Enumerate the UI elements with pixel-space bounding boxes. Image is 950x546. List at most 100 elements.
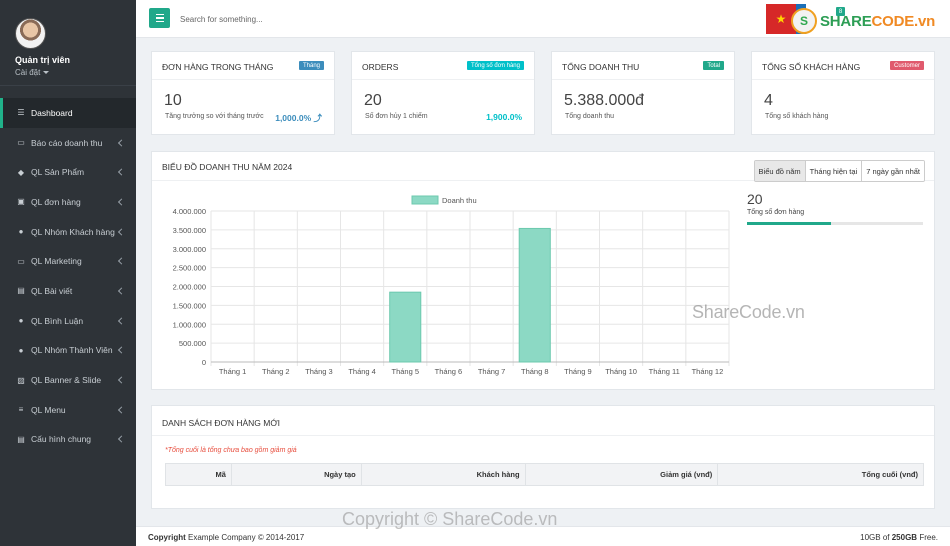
sidebar-item-9[interactable]: ▨ QL Banner & Slide [0, 365, 136, 395]
y-tick-label: 4.000.000 [173, 207, 206, 216]
storage-bold: 250GB [891, 533, 918, 542]
sidebar-item-0[interactable]: ☰ Dashboard [0, 98, 136, 128]
legend-label: Doanh thu [442, 196, 477, 205]
stat-desc: Tổng số khách hàng [765, 113, 829, 120]
sidebar: Quản trị viên Cài đặt ☰ Dashboard ▭ Báo cáo… [0, 0, 136, 546]
col-header-customer[interactable]: Khách hàng [360, 463, 526, 486]
stat-badge: Total [703, 61, 724, 70]
notification-badge[interactable]: 8 [836, 7, 845, 16]
tab-year-chart[interactable]: Biểu đồ năm [754, 161, 806, 181]
file-icon: ▤ [17, 434, 25, 444]
revenue-chart-card: BIỂU ĐỒ DOANH THU NĂM 2024 Biểu đồ năm T… [151, 151, 935, 390]
sidebar-menu: ☰ Dashboard ▭ Báo cáo doanh thu ◆ QL Sản Phẩm… [0, 98, 136, 454]
x-tick-label: Tháng 10 [605, 367, 637, 376]
chart-title: BIỂU ĐỒ DOANH THU NĂM 2024 [162, 162, 293, 172]
comment-icon: ● [18, 316, 24, 326]
chevron-left-icon [117, 346, 126, 354]
sidebar-item-label: QL Bình Luận [31, 315, 84, 326]
x-tick-label: Tháng 7 [478, 367, 506, 376]
stat-card-orders: ORDERS Tổng số đơn hàng 20 Số đơn hủy 1 c… [351, 51, 535, 135]
tab-last-7-days[interactable]: 7 ngày gần nhất [862, 161, 924, 181]
sidebar-item-4[interactable]: ● QL Nhóm Khách hàng [0, 217, 136, 247]
stat-title: TỔNG DOANH THU [562, 62, 640, 72]
avatar[interactable] [15, 18, 46, 49]
user-icon: ● [18, 227, 24, 237]
watermark-mid: ShareCode.vn [692, 302, 805, 322]
sidebar-item-11[interactable]: ▤ Cấu hình chung [0, 425, 136, 455]
chevron-left-icon [117, 138, 126, 147]
menu-toggle-button[interactable] [149, 8, 170, 28]
sidebar-item-label: QL Bài viết [31, 285, 73, 296]
stat-value: 4 [764, 92, 773, 109]
footer-storage: 10GB of 250GB Free. [860, 533, 938, 542]
bag-icon: ▣ [17, 197, 25, 207]
bar [518, 227, 551, 363]
brand-text-b: CODE.vn [871, 12, 936, 30]
y-tick-label: 2.000.000 [173, 283, 206, 292]
orders-note: *Tổng cuối là tổng chưa bao gồm giảm giá [165, 447, 297, 454]
cube-icon: ◆ [17, 167, 25, 177]
stat-title: ĐƠN HÀNG TRONG THÁNG [162, 62, 274, 72]
stat-title: TỔNG SỐ KHÁCH HÀNG [762, 62, 861, 72]
stat-card-monthly-orders: ĐƠN HÀNG TRONG THÁNG Tháng 10 Tăng trưởng… [151, 51, 335, 135]
sidebar-item-6[interactable]: ▤ QL Bài viết [0, 276, 136, 306]
tab-current-month[interactable]: Tháng hiện tại [805, 161, 863, 181]
sidebar-item-1[interactable]: ▭ Báo cáo doanh thu [0, 128, 136, 158]
search-input[interactable] [180, 11, 380, 27]
total-orders-label: Tổng số đơn hàng [747, 209, 805, 216]
sidebar-item-8[interactable]: ● QL Nhóm Thành Viên [0, 336, 136, 366]
chevron-left-icon [117, 198, 126, 206]
stat-card-revenue: TỔNG DOANH THU Total 5.388.000đ Tổng doan… [551, 51, 735, 135]
sidebar-item-label: QL Nhóm Thành Viên [31, 345, 113, 356]
sidebar-item-5[interactable]: ▭ QL Marketing [0, 246, 136, 276]
storage-pre: 10GB of [860, 533, 892, 542]
y-tick-label: 1.500.000 [173, 301, 206, 310]
col-header-discount[interactable]: Giảm giá (vnđ) [524, 463, 719, 486]
col-header-code[interactable]: Mã [165, 463, 232, 486]
x-tick-label: Tháng 2 [262, 367, 290, 376]
copyright-bold: Copyright [148, 533, 186, 542]
file-icon: ▤ [17, 286, 25, 296]
orders-title: DANH SÁCH ĐƠN HÀNG MỚI [162, 418, 280, 428]
sidebar-item-7[interactable]: ● QL Bình Luận [0, 306, 136, 336]
profile-panel: Quản trị viên Cài đặt [0, 0, 136, 86]
x-tick-label: Tháng 11 [649, 367, 680, 376]
topbar: ★ S SHARECODE.vn 8 [136, 0, 950, 38]
y-tick-label: 1.000.000 [173, 320, 206, 329]
x-tick-label: Tháng 4 [348, 367, 376, 376]
settings-dropdown[interactable]: Cài đặt [15, 68, 50, 77]
stat-badge: Tổng số đơn hàng [467, 61, 524, 70]
col-header-date[interactable]: Ngày tạo [230, 463, 362, 486]
revenue-bar-chart: 4.000.000 3.500.000 3.000.000 2.500.000 2.00… [173, 195, 730, 376]
sidebar-item-2[interactable]: ◆ QL Sản Phẩm [0, 157, 136, 187]
col-header-total[interactable]: Tổng cuối (vnđ) [717, 463, 924, 486]
logo-icon: S [791, 8, 817, 34]
x-tick-label: Tháng 6 [435, 367, 463, 376]
y-tick-label: 3.500.000 [173, 226, 206, 235]
chevron-left-icon [117, 228, 126, 236]
sidebar-item-10[interactable]: ≡ QL Menu [0, 395, 136, 425]
settings-label: Cài đặt [15, 68, 41, 77]
x-tick-label: Tháng 3 [305, 367, 333, 376]
y-tick-label: 3.000.000 [173, 245, 206, 254]
total-orders-value: 20 [747, 191, 763, 207]
stat-value: 20 [364, 92, 382, 109]
watermark-bottom: Copyright © ShareCode.vn [342, 509, 558, 529]
stat-value: 5.388.000đ [564, 92, 645, 109]
stat-title: ORDERS [362, 62, 399, 72]
x-tick-label: Tháng 1 [219, 367, 247, 376]
orders-table: Mã Ngày tạo Khách hàng Giảm giá (vnđ) Tổ… [165, 463, 924, 486]
stat-desc: Số đơn hủy 1 chiếm [365, 113, 428, 120]
sidebar-item-3[interactable]: ▣ QL đơn hàng [0, 187, 136, 217]
chevron-left-icon [117, 287, 126, 295]
chevron-left-icon [117, 376, 126, 384]
database-icon: ☰ [17, 108, 25, 118]
stat-badge: Customer [889, 61, 924, 70]
sidebar-item-label: QL Banner & Slide [31, 375, 102, 386]
profile-name: Quản trị viên [15, 55, 71, 65]
user-icon: ● [18, 345, 24, 355]
sidebar-item-label: Báo cáo doanh thu [31, 137, 103, 148]
y-tick-label: 500.000 [179, 339, 206, 348]
x-tick-label: Tháng 9 [564, 367, 592, 376]
stat-badge: Tháng [298, 61, 324, 70]
